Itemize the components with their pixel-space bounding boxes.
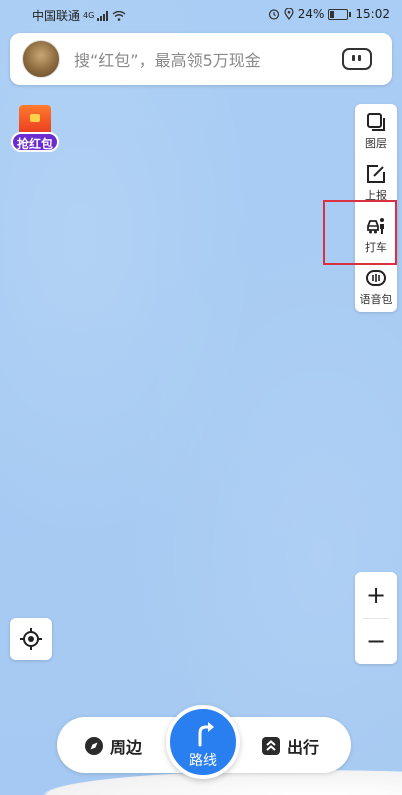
locate-icon: [20, 628, 42, 650]
wifi-icon: [112, 10, 126, 21]
status-bar: 中国联通 4G 24% 15:02: [0, 0, 402, 28]
route-button[interactable]: 路线: [166, 705, 240, 779]
signal-icon: [97, 10, 109, 21]
clock-time: 15:02: [355, 7, 390, 21]
route-label: 路线: [189, 753, 217, 769]
zoom-control: + −: [355, 572, 397, 664]
voice-assistant-icon[interactable]: [342, 48, 372, 70]
red-packet-promo[interactable]: 抢红包: [11, 105, 59, 152]
zoom-out-button[interactable]: −: [355, 618, 397, 664]
nearby-label: 周边: [110, 738, 143, 757]
network-label: 4G: [83, 11, 95, 20]
voice-pack-button[interactable]: 语音包: [355, 260, 397, 312]
battery-percent: 24%: [297, 7, 325, 21]
nearby-button[interactable]: 周边: [84, 734, 142, 758]
locate-button[interactable]: [10, 618, 52, 660]
status-right: 24% 15:02: [268, 7, 390, 21]
travel-button[interactable]: 出行: [261, 734, 319, 758]
travel-label: 出行: [287, 738, 320, 757]
layers-icon: [367, 113, 385, 131]
battery-nub: [349, 11, 352, 17]
layers-label: 图层: [365, 137, 387, 150]
route-arrow-icon: [198, 722, 214, 747]
alarm-icon: [268, 9, 279, 20]
voice-pack-label: 语音包: [359, 293, 393, 306]
search-input[interactable]: 搜“红包”，最高领5万现金: [74, 47, 342, 71]
zoom-in-button[interactable]: +: [355, 572, 397, 618]
carrier-label: 中国联通: [32, 9, 81, 23]
location-pin-icon: [284, 8, 294, 20]
search-bar[interactable]: 搜“红包”，最高领5万现金: [10, 33, 392, 85]
status-left: 中国联通 4G: [32, 7, 126, 24]
taxi-highlight-box: [323, 200, 397, 265]
battery-icon: [328, 8, 349, 20]
edit-icon: [367, 165, 385, 183]
red-envelope-icon: [19, 105, 51, 135]
layers-button[interactable]: 图层: [355, 104, 397, 156]
travel-icon: [262, 737, 280, 755]
avatar[interactable]: [22, 40, 60, 78]
map-canvas[interactable]: [0, 0, 402, 795]
red-packet-label: 抢红包: [11, 132, 59, 152]
voice-pack-icon: [366, 270, 386, 286]
compass-icon: [85, 737, 103, 755]
